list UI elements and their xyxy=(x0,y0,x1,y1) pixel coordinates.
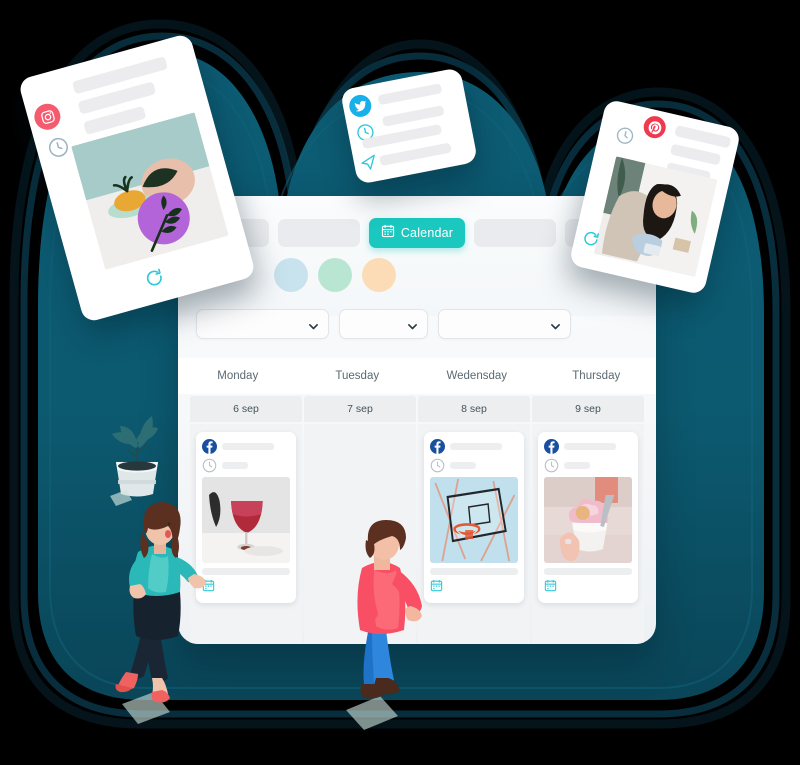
post-body-placeholder xyxy=(544,568,632,575)
post-card-thursday[interactable] xyxy=(538,432,638,603)
tab-placeholder-3[interactable] xyxy=(474,219,557,247)
post-footer xyxy=(430,579,518,597)
calendar-day-wednesday: Wedensday xyxy=(446,370,508,382)
calendar-date-thursday: 9 sep xyxy=(532,396,644,422)
send-icon[interactable] xyxy=(356,151,379,174)
post-time-placeholder xyxy=(222,462,248,469)
post-card-wednesday[interactable] xyxy=(424,432,524,603)
tab-calendar[interactable]: Calendar xyxy=(368,218,466,248)
card-line-1-placeholder xyxy=(381,105,445,127)
filter-row xyxy=(196,309,571,339)
filter-select-1[interactable] xyxy=(196,309,329,339)
post-time-placeholder xyxy=(564,462,590,469)
post-footer xyxy=(544,579,632,597)
post-time-row xyxy=(544,458,632,473)
calendar-day-monday: Monday xyxy=(217,370,259,382)
calendar-day-tuesday: Tuesday xyxy=(335,370,380,382)
pinterest-icon xyxy=(641,113,668,141)
facebook-icon xyxy=(544,439,559,454)
card-subtitle-placeholder xyxy=(669,143,722,166)
chevron-down-icon xyxy=(308,319,319,330)
twitter-icon xyxy=(347,93,374,119)
post-time-placeholder xyxy=(450,462,476,469)
man-character xyxy=(346,520,422,730)
post-network-row xyxy=(202,439,290,454)
post-time-row xyxy=(430,458,518,473)
refresh-icon[interactable] xyxy=(141,264,168,291)
facebook-icon xyxy=(202,439,217,454)
post-image-ice-cream xyxy=(544,477,632,563)
color-swatch-row xyxy=(274,258,396,292)
post-network-row xyxy=(430,439,518,454)
calendar-date-tuesday: 7 sep xyxy=(304,396,416,422)
card-line-3-placeholder xyxy=(379,142,452,167)
potted-plant xyxy=(110,416,158,506)
card-title-placeholder xyxy=(674,125,732,149)
calendar-column-thursday[interactable] xyxy=(532,424,644,644)
calendar-date-row: 6 sep 7 sep 8 sep 9 sep xyxy=(178,394,656,424)
post-title-placeholder xyxy=(450,443,502,450)
chevron-down-icon xyxy=(407,319,418,330)
calendar-date-monday: 6 sep xyxy=(190,396,302,422)
calendar-day-thursday: Thursday xyxy=(572,370,621,382)
card-title-placeholder xyxy=(377,83,443,106)
facebook-icon xyxy=(430,439,445,454)
instagram-icon xyxy=(31,100,64,133)
card-image-still-life xyxy=(71,112,229,270)
color-swatch-blue[interactable] xyxy=(274,258,308,292)
post-network-row xyxy=(544,439,632,454)
post-body-placeholder xyxy=(430,568,518,575)
color-swatch-peach[interactable] xyxy=(362,258,396,292)
clock-icon xyxy=(202,458,217,473)
card-image-woman-laundry xyxy=(593,156,718,278)
filter-select-3[interactable] xyxy=(438,309,571,339)
post-image-basketball-hoop xyxy=(430,477,518,563)
clock-icon xyxy=(430,458,445,473)
calendar-date-wednesday: 8 sep xyxy=(418,396,530,422)
tab-placeholder-2[interactable] xyxy=(277,219,360,247)
color-swatch-green[interactable] xyxy=(318,258,352,292)
chevron-down-icon xyxy=(550,319,561,330)
filter-select-2[interactable] xyxy=(339,309,428,339)
woman-character xyxy=(115,502,206,724)
tab-calendar-label: Calendar xyxy=(400,226,454,240)
clock-icon xyxy=(544,458,559,473)
calendar-icon xyxy=(381,224,395,243)
clock-icon xyxy=(613,124,637,148)
post-title-placeholder xyxy=(222,443,274,450)
calendar-icon[interactable] xyxy=(544,579,557,596)
calendar-day-header-row: Monday Tuesday Wedensday Thursday xyxy=(178,358,656,394)
clock-icon xyxy=(44,133,71,160)
post-title-placeholder xyxy=(564,443,616,450)
scene: Calendar Monday Tuesday Wedensday Thursd… xyxy=(0,0,800,765)
post-time-row xyxy=(202,458,290,473)
